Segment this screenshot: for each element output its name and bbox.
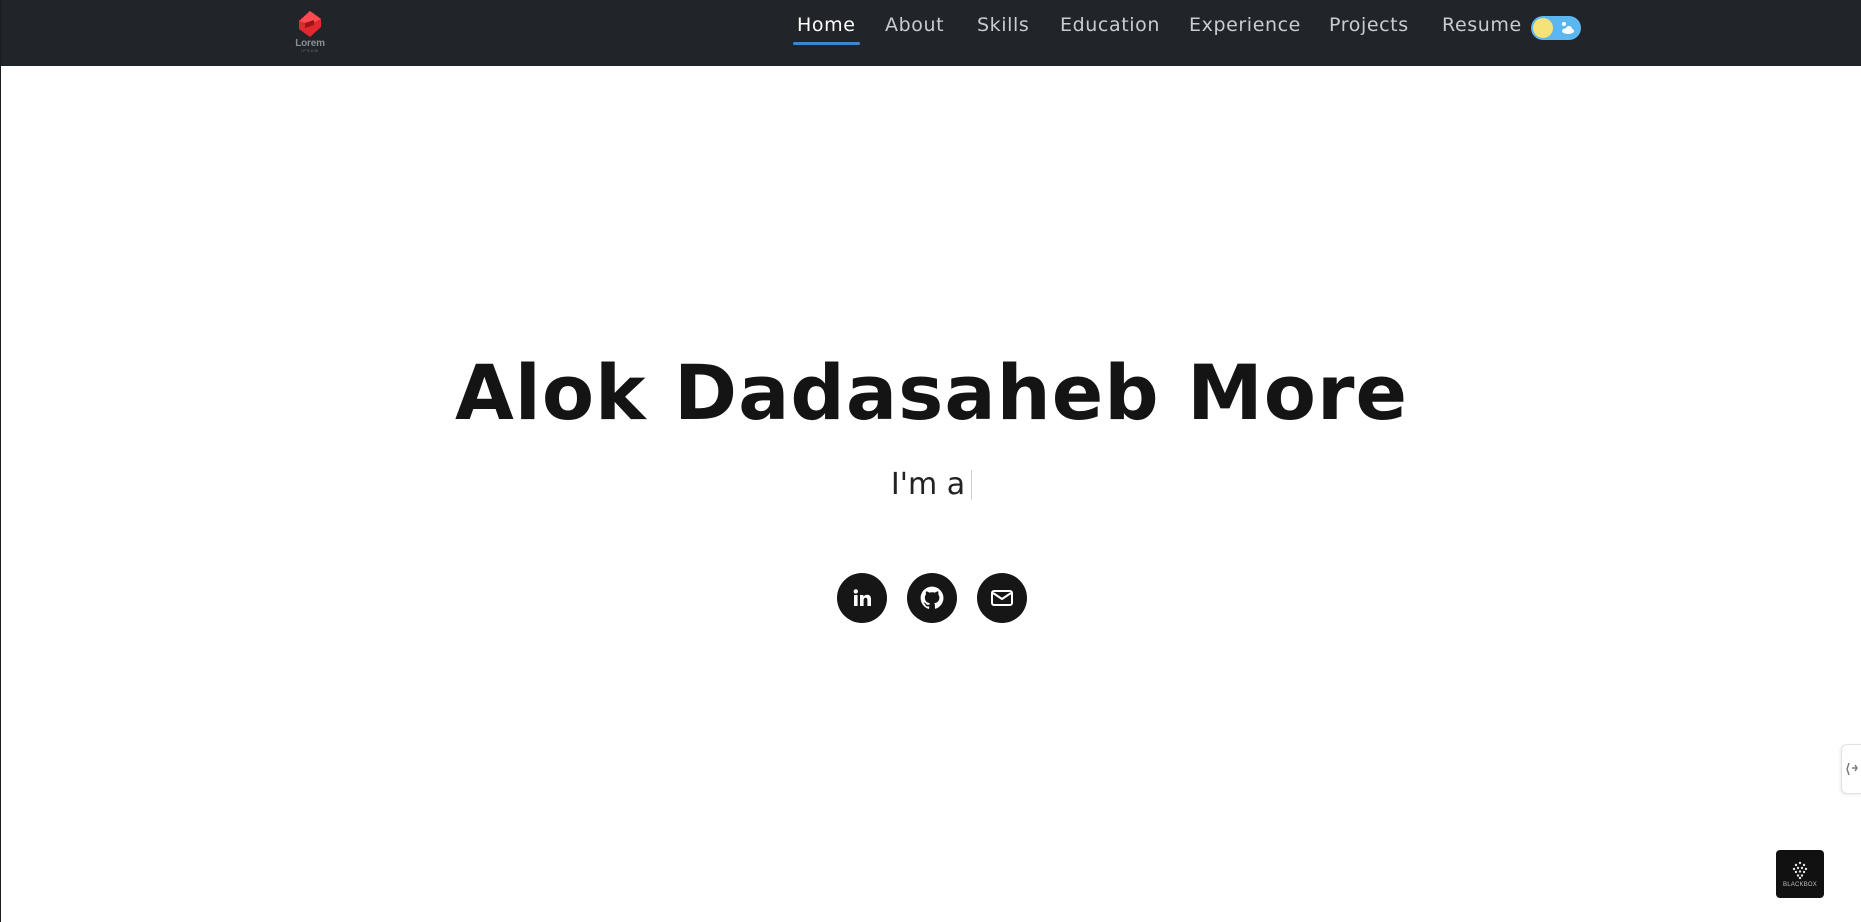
nav-link-home[interactable]: Home <box>793 14 860 45</box>
hero-tagline: I'm a <box>890 467 966 502</box>
nav-link-education[interactable]: Education <box>1060 14 1160 44</box>
nav-link-skills[interactable]: Skills <box>977 14 1029 44</box>
typing-cursor <box>971 470 973 500</box>
nav-link-resume[interactable]: Resume <box>1442 14 1522 44</box>
theme-toggle[interactable] <box>1531 16 1581 40</box>
github-icon <box>920 586 944 609</box>
social-links <box>837 573 1029 623</box>
badge-text: BLACKBOX <box>1783 882 1817 888</box>
code-brackets-icon <box>1846 762 1858 776</box>
nav-link-projects[interactable]: Projects <box>1329 14 1409 44</box>
email-button[interactable] <box>977 573 1027 623</box>
blackbox-badge[interactable]: BLACKBOX <box>1776 850 1824 898</box>
mail-icon <box>991 590 1013 606</box>
hero-name: Alok Dadasaheb More <box>454 348 1409 437</box>
hero-tagline-row: I'm a <box>1 470 1861 500</box>
blackbox-logo-icon <box>1792 861 1808 880</box>
linkedin-icon <box>853 589 871 606</box>
nav-link-experience[interactable]: Experience <box>1189 14 1301 44</box>
nav-link-about[interactable]: About <box>885 14 944 44</box>
sun-icon <box>1533 18 1553 38</box>
cloud-icon <box>1562 22 1574 34</box>
linkedin-button[interactable] <box>837 573 887 623</box>
github-button[interactable] <box>907 573 957 623</box>
nav-links: Home About Skills Education Experience P… <box>1 0 1861 55</box>
top-navbar: Lorem IPSUM Home About Skills Education … <box>1 0 1861 66</box>
side-panel-tab[interactable] <box>1841 744 1861 794</box>
